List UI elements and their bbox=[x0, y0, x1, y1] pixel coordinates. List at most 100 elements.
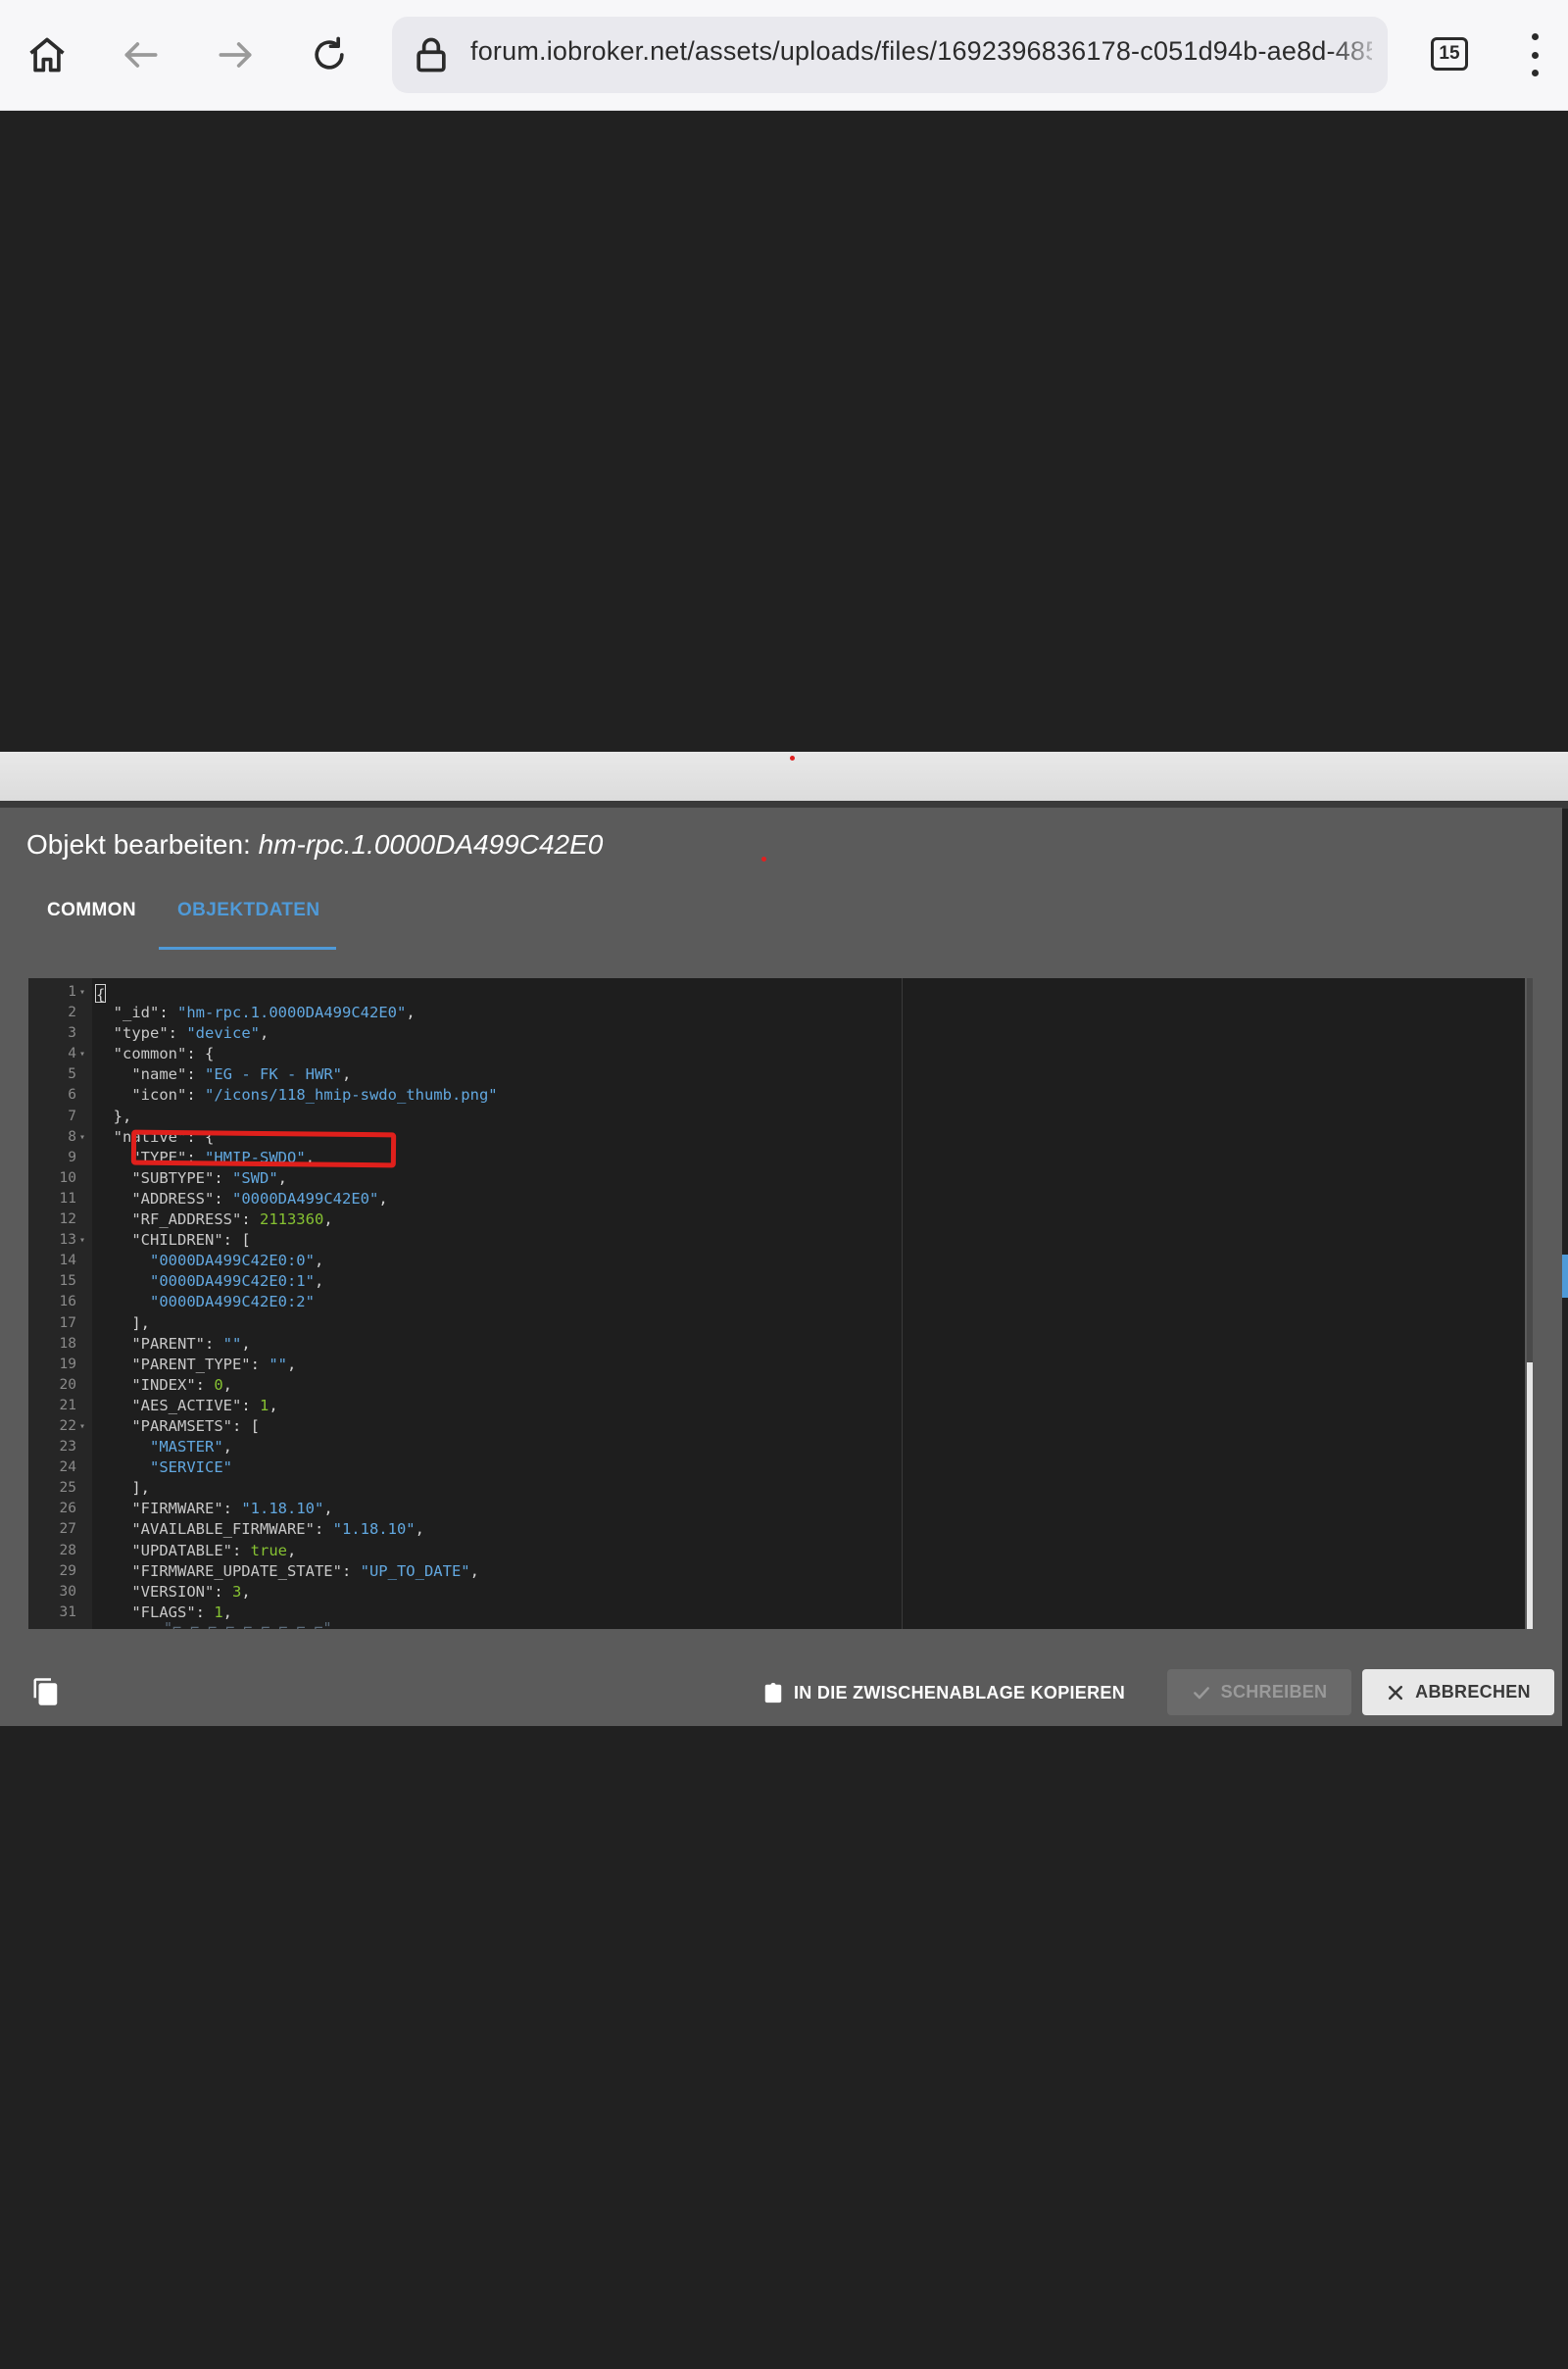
code-text: "0000DA499C42E0:0", bbox=[150, 1252, 324, 1270]
line-number: 22 bbox=[59, 1417, 76, 1434]
line-number: 17 bbox=[59, 1314, 76, 1331]
line-number: 15 bbox=[59, 1273, 76, 1290]
code-text: { bbox=[95, 984, 106, 1004]
code-text: "FIRMWARE": "1.18.10", bbox=[131, 1500, 333, 1518]
code-text: }, bbox=[95, 1107, 132, 1125]
home-icon[interactable] bbox=[16, 22, 78, 88]
line-number: 25 bbox=[59, 1480, 76, 1497]
address-bar[interactable]: forum.iobroker.net/assets/uploads/files/… bbox=[392, 17, 1388, 93]
code-line: 22 ▾ "PARAMSETS": [ bbox=[28, 1416, 1525, 1437]
menu-icon[interactable] bbox=[1515, 27, 1554, 82]
red-dot bbox=[761, 857, 766, 862]
code-text: "RF_ADDRESS": 2113360, bbox=[131, 1210, 333, 1229]
code-lines: 1 ▾{2 "_id": "hm-rpc.1.0000DA499C42E0", 3 … bbox=[28, 982, 1525, 1623]
dialog-title: Objekt bearbeiten: hm-rpc.1.0000DA499C42… bbox=[26, 829, 603, 861]
code-text: "INDEX": 0, bbox=[131, 1375, 233, 1394]
line-number: 18 bbox=[59, 1335, 76, 1352]
code-text: "PARAMSETS": [ bbox=[131, 1416, 260, 1435]
fold-arrow-icon[interactable]: ▾ bbox=[79, 982, 85, 1003]
line-number: 6 bbox=[68, 1087, 76, 1104]
side-scroll-marker bbox=[1562, 1255, 1568, 1298]
write-label: SCHREIBEN bbox=[1220, 1682, 1328, 1702]
url-fade bbox=[1329, 17, 1388, 93]
code-line: 21 "AES_ACTIVE": 1, bbox=[28, 1396, 1525, 1416]
background-strip bbox=[0, 752, 1568, 801]
cancel-button[interactable]: ABBRECHEN bbox=[1362, 1669, 1554, 1715]
copy-icon[interactable] bbox=[31, 1676, 61, 1707]
code-text: "_id": "hm-rpc.1.0000DA499C42E0", bbox=[113, 1004, 416, 1022]
code-line: 10 "SUBTYPE": "SWD", bbox=[28, 1168, 1525, 1189]
browser-toolbar: forum.iobroker.net/assets/uploads/files/… bbox=[0, 0, 1568, 111]
code-line: 6 "icon": "/icons/118_hmip-swdo_thumb.pn… bbox=[28, 1085, 1525, 1106]
line-number: 29 bbox=[59, 1562, 76, 1579]
check-icon bbox=[1193, 1686, 1209, 1699]
line-number: 19 bbox=[59, 1356, 76, 1372]
red-dot bbox=[790, 756, 795, 761]
line-number: 10 bbox=[59, 1169, 76, 1186]
code-line: 3 "type": "device", bbox=[28, 1023, 1525, 1044]
line-number: 30 bbox=[59, 1583, 76, 1600]
code-line: 7 }, bbox=[28, 1107, 1525, 1127]
line-number: 12 bbox=[59, 1211, 76, 1228]
line-number: 1 bbox=[68, 984, 76, 1000]
fold-arrow-icon[interactable]: ▾ bbox=[79, 1230, 85, 1251]
forward-icon[interactable] bbox=[204, 22, 267, 88]
line-number: 27 bbox=[59, 1521, 76, 1538]
line-number: 13 bbox=[59, 1232, 76, 1249]
code-text: "MASTER", bbox=[150, 1438, 232, 1456]
code-text: "ADDRESS": "0000DA499C42E0", bbox=[131, 1189, 388, 1208]
code-text: "FIRMWARE_UPDATE_STATE": "UP_TO_DATE", bbox=[131, 1561, 479, 1580]
fold-arrow-icon[interactable]: ▾ bbox=[79, 1127, 85, 1148]
code-line: 23 "MASTER", bbox=[28, 1437, 1525, 1457]
reload-icon[interactable] bbox=[298, 22, 361, 88]
code-text: "UPDATABLE": true, bbox=[131, 1541, 297, 1559]
code-text: "0000DA499C42E0:2" bbox=[150, 1293, 315, 1311]
code-line: 27 "AVAILABLE_FIRMWARE": "1.18.10", bbox=[28, 1519, 1525, 1540]
page: forum.iobroker.net/assets/uploads/files/… bbox=[0, 0, 1568, 2369]
code-line: 28 "UPDATABLE": true, bbox=[28, 1541, 1525, 1561]
tab-common[interactable]: COMMON bbox=[47, 900, 136, 921]
code-line: 26 "FIRMWARE": "1.18.10", bbox=[28, 1499, 1525, 1519]
code-line: 24 "SERVICE" bbox=[28, 1457, 1525, 1478]
line-number: 26 bbox=[59, 1501, 76, 1517]
tabs-icon[interactable]: 15 bbox=[1431, 37, 1468, 71]
code-text: "SERVICE" bbox=[150, 1458, 232, 1477]
code-text: "name": "EG - FK - HWR", bbox=[131, 1065, 352, 1084]
red-annotation-box bbox=[130, 1129, 397, 1168]
back-icon[interactable] bbox=[110, 22, 172, 88]
dialog-title-prefix: Objekt bearbeiten: bbox=[26, 829, 259, 860]
partial-line: "⌐ ⌐ ⌐ ⌐ ⌐ ⌐ ⌐ ⌐ ⌐" bbox=[164, 1619, 332, 1629]
line-number: 5 bbox=[68, 1066, 76, 1083]
copy-to-clipboard-button[interactable]: IN DIE ZWISCHENABLAGE KOPIEREN bbox=[762, 1670, 1125, 1715]
line-number: 31 bbox=[59, 1604, 76, 1620]
close-icon bbox=[1389, 1685, 1403, 1700]
url-text: forum.iobroker.net/assets/uploads/files/… bbox=[470, 36, 1372, 66]
json-editor[interactable]: 1 ▾{2 "_id": "hm-rpc.1.0000DA499C42E0", 3 … bbox=[28, 978, 1525, 1629]
object-id: hm-rpc.1.0000DA499C42E0 bbox=[258, 829, 604, 860]
code-text: "CHILDREN": [ bbox=[131, 1231, 251, 1250]
code-text: "0000DA499C42E0:1", bbox=[150, 1272, 324, 1291]
line-number: 7 bbox=[68, 1108, 76, 1124]
fold-arrow-icon[interactable]: ▾ bbox=[79, 1416, 85, 1437]
code-text: ], bbox=[95, 1313, 150, 1332]
line-number: 24 bbox=[59, 1459, 76, 1476]
line-number: 11 bbox=[59, 1190, 76, 1207]
code-line: 12 "RF_ADDRESS": 2113360, bbox=[28, 1209, 1525, 1230]
line-number: 20 bbox=[59, 1376, 76, 1393]
cancel-label: ABBRECHEN bbox=[1415, 1682, 1531, 1702]
code-text: "icon": "/icons/118_hmip-swdo_thumb.png" bbox=[131, 1086, 498, 1105]
write-button[interactable]: SCHREIBEN bbox=[1167, 1669, 1351, 1715]
tab-objektdaten[interactable]: OBJEKTDATEN bbox=[177, 900, 320, 921]
code-text: "PARENT_TYPE": "", bbox=[131, 1355, 297, 1373]
code-line: 4 ▾ "common": { bbox=[28, 1044, 1525, 1064]
code-line: 13 ▾ "CHILDREN": [ bbox=[28, 1230, 1525, 1251]
code-line: 29 "FIRMWARE_UPDATE_STATE": "UP_TO_DATE"… bbox=[28, 1561, 1525, 1582]
code-line: 15 "0000DA499C42E0:1", bbox=[28, 1271, 1525, 1292]
code-line: 25 ], bbox=[28, 1478, 1525, 1499]
lock-icon bbox=[416, 37, 446, 73]
line-number: 28 bbox=[59, 1542, 76, 1558]
editor-scrollbar-thumb[interactable] bbox=[1527, 1362, 1533, 1629]
code-line: 5 "name": "EG - FK - HWR", bbox=[28, 1064, 1525, 1085]
fold-arrow-icon[interactable]: ▾ bbox=[79, 1044, 85, 1064]
code-text: "PARENT": "", bbox=[131, 1334, 251, 1353]
